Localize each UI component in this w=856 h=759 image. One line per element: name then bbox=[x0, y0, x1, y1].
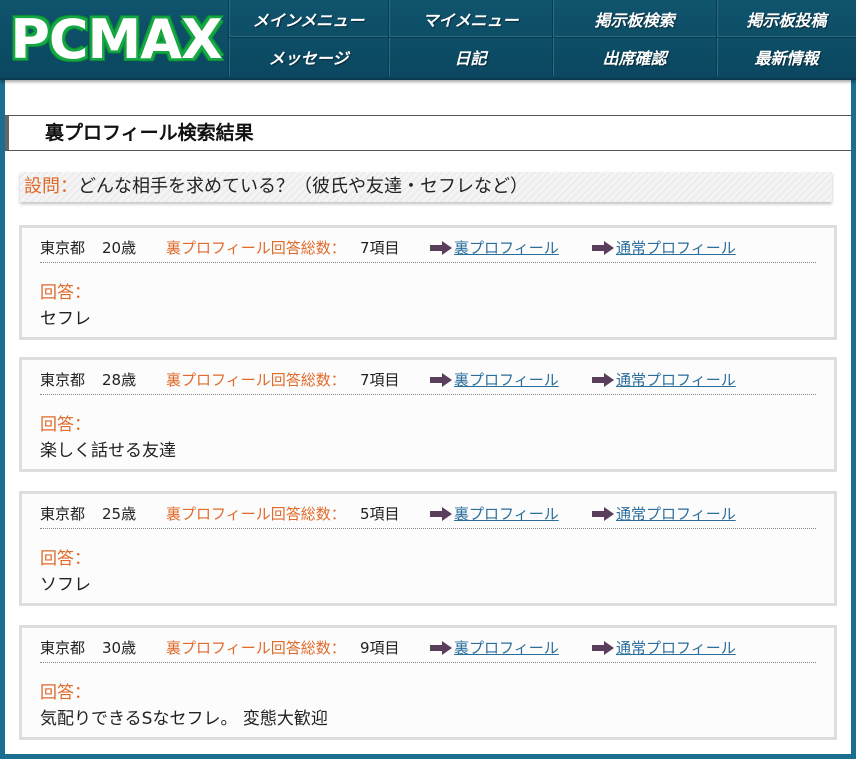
result-location: 東京都 bbox=[40, 505, 86, 523]
nav-messages[interactable]: メッセージ bbox=[228, 38, 388, 76]
standard-profile-link-label[interactable]: 通常プロフィール bbox=[616, 639, 736, 657]
page-title-bar: 裏プロフィール検索結果 bbox=[5, 115, 851, 151]
right-arrow-icon bbox=[592, 372, 614, 387]
standard-profile-link-label[interactable]: 通常プロフィール bbox=[616, 505, 736, 523]
result-location: 東京都 bbox=[40, 239, 86, 257]
ura-profile-link[interactable]: 裏プロフィール bbox=[430, 628, 559, 668]
standard-profile-link-label[interactable]: 通常プロフィール bbox=[616, 371, 736, 389]
answer-text: ソフレ bbox=[40, 575, 91, 595]
result-age: 28歳 bbox=[102, 371, 137, 389]
title-accent bbox=[5, 116, 9, 150]
answer-text: セフレ bbox=[40, 309, 91, 329]
nav-diary[interactable]: 日記 bbox=[388, 38, 552, 76]
result-age: 20歳 bbox=[102, 239, 137, 257]
ura-profile-link-label[interactable]: 裏プロフィール bbox=[454, 505, 559, 523]
result-location: 東京都 bbox=[40, 639, 86, 657]
nav-main-menu[interactable]: メインメニュー bbox=[228, 0, 388, 38]
right-arrow-icon bbox=[592, 640, 614, 655]
answer-count: 7項目 bbox=[360, 239, 400, 257]
answer-count: 7項目 bbox=[360, 371, 400, 389]
ura-profile-link[interactable]: 裏プロフィール bbox=[430, 494, 559, 534]
site-header: PCMAX メインメニュー マイメニュー 掲示板検索 掲示板投稿 メッセージ 日… bbox=[0, 0, 856, 80]
standard-profile-link-label[interactable]: 通常プロフィール bbox=[616, 239, 736, 257]
result-card-header: 東京都 20歳 裏プロフィール回答総数： 7項目 裏プロフィール 通常プロフィー… bbox=[40, 228, 816, 263]
ura-profile-link[interactable]: 裏プロフィール bbox=[430, 228, 559, 268]
answer-label: 回答： bbox=[40, 683, 91, 703]
right-arrow-icon bbox=[430, 372, 452, 387]
question-text: どんな相手を求めている？（彼氏や友達・セフレなど） bbox=[78, 176, 528, 197]
result-card: 東京都 28歳 裏プロフィール回答総数： 7項目 裏プロフィール 通常プロフィー… bbox=[19, 357, 837, 472]
pcmax-logo[interactable]: PCMAX bbox=[6, 4, 226, 74]
ura-profile-link-label[interactable]: 裏プロフィール bbox=[454, 371, 559, 389]
result-card-header: 東京都 30歳 裏プロフィール回答総数： 9項目 裏プロフィール 通常プロフィー… bbox=[40, 628, 816, 663]
answer-count-label: 裏プロフィール回答総数： bbox=[166, 239, 346, 257]
nav-board-search[interactable]: 掲示板検索 bbox=[552, 0, 716, 38]
result-card-header: 東京都 25歳 裏プロフィール回答総数： 5項目 裏プロフィール 通常プロフィー… bbox=[40, 494, 816, 529]
answer-count-label: 裏プロフィール回答総数： bbox=[166, 371, 346, 389]
answer-count: 9項目 bbox=[360, 639, 400, 657]
ura-profile-link[interactable]: 裏プロフィール bbox=[430, 360, 559, 400]
nav-my-menu[interactable]: マイメニュー bbox=[388, 0, 552, 38]
right-arrow-icon bbox=[592, 240, 614, 255]
answer-label: 回答： bbox=[40, 415, 91, 435]
right-arrow-icon bbox=[430, 240, 452, 255]
question-box: 設問：どんな相手を求めている？（彼氏や友達・セフレなど） bbox=[20, 172, 832, 202]
result-location: 東京都 bbox=[40, 371, 86, 389]
answer-text: 気配りできるSなセフレ。 変態大歓迎 bbox=[40, 709, 328, 729]
standard-profile-link[interactable]: 通常プロフィール bbox=[592, 494, 736, 534]
answer-label: 回答： bbox=[40, 549, 91, 569]
answer-count-label: 裏プロフィール回答総数： bbox=[166, 639, 346, 657]
standard-profile-link[interactable]: 通常プロフィール bbox=[592, 628, 736, 668]
result-age: 25歳 bbox=[102, 505, 137, 523]
result-card: 東京都 30歳 裏プロフィール回答総数： 9項目 裏プロフィール 通常プロフィー… bbox=[19, 625, 837, 740]
result-age: 30歳 bbox=[102, 639, 137, 657]
answer-text: 楽しく話せる友達 bbox=[40, 441, 176, 461]
ura-profile-link-label[interactable]: 裏プロフィール bbox=[454, 239, 559, 257]
standard-profile-link[interactable]: 通常プロフィール bbox=[592, 360, 736, 400]
page-title: 裏プロフィール検索結果 bbox=[45, 122, 254, 144]
question-label: 設問： bbox=[24, 176, 78, 197]
answer-label: 回答： bbox=[40, 283, 91, 303]
result-card: 東京都 20歳 裏プロフィール回答総数： 7項目 裏プロフィール 通常プロフィー… bbox=[19, 225, 837, 340]
right-arrow-icon bbox=[592, 506, 614, 521]
answer-count-label: 裏プロフィール回答総数： bbox=[166, 505, 346, 523]
nav-board-post[interactable]: 掲示板投稿 bbox=[716, 0, 856, 38]
ura-profile-link-label[interactable]: 裏プロフィール bbox=[454, 639, 559, 657]
main-nav: メインメニュー マイメニュー 掲示板検索 掲示板投稿 メッセージ 日記 出席確認… bbox=[228, 0, 856, 76]
result-card: 東京都 25歳 裏プロフィール回答総数： 5項目 裏プロフィール 通常プロフィー… bbox=[19, 491, 837, 606]
nav-latest-info[interactable]: 最新情報 bbox=[716, 38, 856, 76]
standard-profile-link[interactable]: 通常プロフィール bbox=[592, 228, 736, 268]
nav-attendance[interactable]: 出席確認 bbox=[552, 38, 716, 76]
answer-count: 5項目 bbox=[360, 505, 400, 523]
right-arrow-icon bbox=[430, 640, 452, 655]
result-card-header: 東京都 28歳 裏プロフィール回答総数： 7項目 裏プロフィール 通常プロフィー… bbox=[40, 360, 816, 395]
right-arrow-icon bbox=[430, 506, 452, 521]
